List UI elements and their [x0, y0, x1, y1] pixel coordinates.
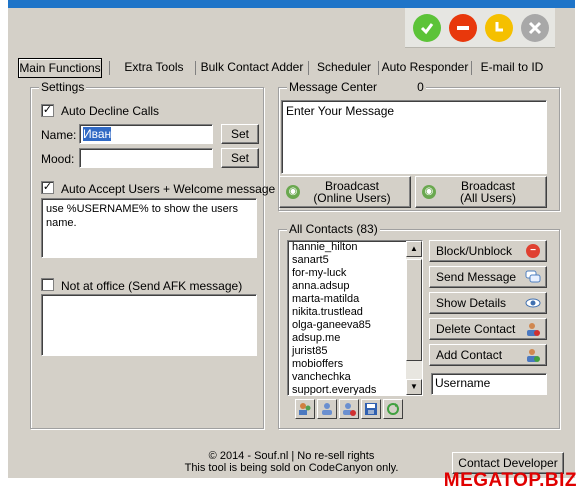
username-field[interactable]: Username — [431, 373, 547, 395]
clock-icon[interactable] — [485, 14, 513, 42]
eye-icon — [525, 297, 541, 312]
name-field[interactable]: Иван — [79, 124, 213, 144]
tab-bulk-contact-adder[interactable]: Bulk Contact Adder — [198, 58, 306, 78]
contact-list-item[interactable]: olga-ganeeva85 — [288, 319, 422, 332]
contacts-title: All Contacts (83) — [287, 222, 380, 236]
contacts-toolbar — [295, 399, 405, 419]
contact-list-item[interactable]: anna.adsup — [288, 280, 422, 293]
contact-list-item[interactable]: nikita.trustlead — [288, 306, 422, 319]
globe-icon: ◉ — [422, 185, 436, 199]
welcome-message-textarea[interactable]: use %USERNAME% to show the users name. — [41, 198, 257, 258]
auto-accept-checkbox[interactable]: ✓ — [41, 181, 54, 194]
mood-label: Mood: — [41, 152, 75, 166]
contact-list-item[interactable]: marta-matilda — [288, 293, 422, 306]
remove-user-icon[interactable] — [339, 399, 359, 419]
afk-message-textarea[interactable] — [41, 294, 257, 356]
watermark: MEGATOP.BIZ — [443, 470, 577, 491]
title-strip — [8, 0, 575, 8]
contacts-scrollbar[interactable]: ▲ ▼ — [406, 241, 422, 395]
show-details-button[interactable]: Show Details — [429, 292, 547, 314]
users-group-icon[interactable] — [295, 399, 315, 419]
delete-contact-label: Delete Contact — [436, 322, 516, 336]
broadcast-all-button[interactable]: ◉ Broadcast (All Users) — [415, 176, 547, 208]
globe-icon: ◉ — [286, 185, 300, 199]
set-mood-button[interactable]: Set — [221, 148, 259, 168]
mood-field[interactable] — [79, 148, 213, 168]
block-unblock-label: Block/Unblock — [436, 244, 513, 258]
chat-bubble-icon — [525, 270, 541, 287]
message-center-title: Message Center 0 — [287, 80, 426, 94]
tab-bar: Main Functions Extra Tools Bulk Contact … — [18, 58, 558, 78]
contact-list-item[interactable]: vanchechka — [288, 371, 422, 384]
auto-decline-label: Auto Decline Calls — [61, 104, 160, 118]
contacts-list[interactable]: hannie_hilton sanart5 for-my-luck anna.adsu… — [287, 240, 423, 396]
delete-user-icon — [525, 321, 541, 340]
broadcast-all-line2: (All Users) — [460, 191, 516, 205]
tab-extra-tools[interactable]: Extra Tools — [114, 58, 194, 78]
minus-icon[interactable] — [449, 14, 477, 42]
block-unblock-button[interactable]: Block/Unblock − — [429, 240, 547, 262]
add-contact-label: Add Contact — [436, 348, 503, 362]
contacts-group: All Contacts (83) hannie_hilton sanart5 fo… — [278, 222, 560, 429]
close-icon[interactable] — [521, 14, 549, 42]
app-window: Main Functions Extra Tools Bulk Contact … — [8, 0, 575, 478]
name-value: Иван — [83, 127, 112, 141]
block-icon: − — [526, 244, 540, 258]
contact-list-item[interactable]: hannie_hilton — [288, 241, 422, 254]
auto-accept-label: Auto Accept Users + Welcome message — [61, 182, 276, 196]
scroll-down-icon[interactable]: ▼ — [406, 379, 422, 395]
contact-list-item[interactable]: jurist85 — [288, 345, 422, 358]
afk-label: Not at office (Send AFK message) — [61, 279, 243, 293]
contact-list-item[interactable]: adsup.me — [288, 332, 422, 345]
tab-separator — [308, 61, 309, 75]
message-center-group: Message Center 0 Enter Your Message ◉ Br… — [278, 80, 560, 211]
user-icon[interactable] — [317, 399, 337, 419]
settings-title: Settings — [39, 80, 87, 94]
message-textarea[interactable]: Enter Your Message — [281, 100, 547, 174]
set-name-button[interactable]: Set — [221, 124, 259, 144]
name-label: Name: — [41, 128, 77, 142]
tab-separator — [471, 61, 472, 75]
refresh-icon[interactable] — [383, 399, 403, 419]
tab-separator — [378, 61, 379, 75]
tab-scheduler[interactable]: Scheduler — [312, 58, 376, 78]
scroll-up-icon[interactable]: ▲ — [406, 241, 422, 257]
tab-main-functions[interactable]: Main Functions — [18, 58, 102, 78]
contact-list-item[interactable]: mobioffers — [288, 358, 422, 371]
auto-decline-checkbox[interactable]: ✓ — [41, 104, 54, 117]
add-contact-button[interactable]: Add Contact — [429, 344, 547, 366]
send-message-label: Send Message — [436, 270, 517, 284]
tab-separator — [195, 61, 196, 75]
contact-list-item[interactable]: support.everyads — [288, 384, 422, 395]
scroll-thumb[interactable] — [406, 259, 422, 361]
checkmark-icon[interactable] — [413, 14, 441, 42]
tab-separator — [109, 61, 110, 75]
status-tray — [405, 8, 555, 48]
tab-email-to-id[interactable]: E-mail to ID — [474, 58, 550, 78]
broadcast-online-line2: (Online Users) — [313, 191, 391, 205]
broadcast-online-button[interactable]: ◉ Broadcast (Online Users) — [279, 176, 411, 208]
message-count: 0 — [417, 80, 424, 94]
show-details-label: Show Details — [436, 296, 507, 310]
save-icon[interactable] — [361, 399, 381, 419]
settings-group: Settings ✓ Auto Decline Calls Name: Иван… — [30, 80, 275, 429]
send-message-button[interactable]: Send Message — [429, 266, 547, 288]
contact-list-item[interactable]: sanart5 — [288, 254, 422, 267]
contact-list-item[interactable]: for-my-luck — [288, 267, 422, 280]
tab-auto-responder[interactable]: Auto Responder — [380, 58, 470, 78]
delete-contact-button[interactable]: Delete Contact — [429, 318, 547, 340]
afk-checkbox[interactable] — [41, 278, 54, 291]
add-user-icon — [525, 347, 541, 366]
